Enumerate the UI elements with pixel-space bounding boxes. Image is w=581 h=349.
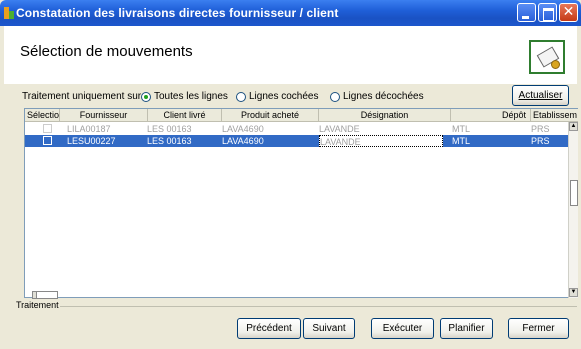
cell-depot: MTL bbox=[452, 136, 470, 146]
cell-produit: LAVA4690 bbox=[222, 136, 264, 146]
vertical-scrollbar[interactable]: ▲ ▼ bbox=[568, 122, 578, 298]
cell-produit: LAVA4690 bbox=[222, 124, 264, 134]
scroll-thumb[interactable] bbox=[570, 180, 578, 206]
cell-designation: LAVANDE bbox=[319, 124, 360, 134]
radio-dot-icon bbox=[236, 91, 246, 102]
cell-designation[interactable]: LAVANDE bbox=[319, 135, 443, 147]
col-selection[interactable]: Sélection bbox=[25, 109, 60, 122]
app-icon bbox=[4, 7, 14, 19]
close-window-button[interactable]: ✕ bbox=[559, 3, 578, 22]
previous-button[interactable]: Précédent bbox=[237, 318, 301, 339]
radio-label: Lignes cochées bbox=[249, 91, 319, 102]
radio-checked-lines[interactable]: Lignes cochées bbox=[236, 91, 319, 102]
radio-unchecked-lines[interactable]: Lignes décochées bbox=[330, 91, 424, 102]
horizontal-scroll-thumb[interactable] bbox=[36, 291, 58, 299]
table-row-selected[interactable]: LESU00227 LES 00163 LAVA4690 LAVANDE MTL… bbox=[25, 135, 571, 147]
radio-all-lines[interactable]: Toutes les lignes bbox=[141, 91, 228, 102]
col-etablissement[interactable]: Etablissem bbox=[531, 109, 578, 122]
col-produit[interactable]: Produit acheté bbox=[222, 109, 319, 122]
schedule-button[interactable]: Planifier bbox=[440, 318, 493, 339]
col-designation[interactable]: Désignation bbox=[319, 109, 451, 122]
cell-client: LES 00163 bbox=[147, 124, 192, 134]
cell-etablissement: PRS bbox=[531, 136, 550, 146]
row-checkbox[interactable] bbox=[43, 136, 52, 145]
row-checkbox[interactable] bbox=[43, 124, 52, 133]
scroll-up-icon[interactable]: ▲ bbox=[569, 122, 578, 131]
traitement-group-label: Traitement bbox=[16, 300, 59, 310]
cell-client: LES 00163 bbox=[147, 136, 192, 146]
col-depot[interactable]: Dépôt bbox=[451, 109, 531, 122]
title-bar: Constatation des livraisons directes fou… bbox=[0, 0, 581, 26]
window-title: Constatation des livraisons directes fou… bbox=[16, 6, 339, 20]
grid-header: Sélection Fournisseur Client livré Produ… bbox=[25, 109, 578, 122]
filter-label: Traitement uniquement sur : bbox=[22, 91, 147, 102]
certificate-icon bbox=[529, 40, 565, 74]
cell-fournisseur: LESU00227 bbox=[67, 136, 116, 146]
cell-etablissement: PRS bbox=[531, 124, 550, 134]
radio-dot-icon bbox=[330, 91, 340, 102]
minimize-button[interactable] bbox=[517, 3, 536, 22]
scroll-down-icon[interactable]: ▼ bbox=[569, 288, 578, 297]
refresh-button[interactable]: Actualiser bbox=[512, 85, 569, 106]
maximize-button[interactable] bbox=[538, 3, 557, 22]
page-title: Sélection de mouvements bbox=[20, 43, 193, 60]
radio-dot-icon bbox=[141, 91, 151, 102]
page-header: Sélection de mouvements bbox=[4, 26, 577, 84]
close-button[interactable]: Fermer bbox=[508, 318, 569, 339]
execute-button[interactable]: Exécuter bbox=[371, 318, 434, 339]
table-row[interactable]: LILA00187 LES 00163 LAVA4690 LAVANDE MTL… bbox=[25, 123, 571, 135]
col-fournisseur[interactable]: Fournisseur bbox=[60, 109, 148, 122]
col-client[interactable]: Client livré bbox=[148, 109, 222, 122]
close-icon: ✕ bbox=[562, 3, 575, 19]
next-button[interactable]: Suivant bbox=[303, 318, 355, 339]
divider bbox=[60, 306, 577, 307]
radio-label: Toutes les lignes bbox=[154, 91, 228, 102]
cell-fournisseur: LILA00187 bbox=[67, 124, 111, 134]
cell-depot: MTL bbox=[452, 124, 470, 134]
radio-label: Lignes décochées bbox=[343, 91, 424, 102]
movements-grid[interactable]: Sélection Fournisseur Client livré Produ… bbox=[24, 108, 578, 298]
